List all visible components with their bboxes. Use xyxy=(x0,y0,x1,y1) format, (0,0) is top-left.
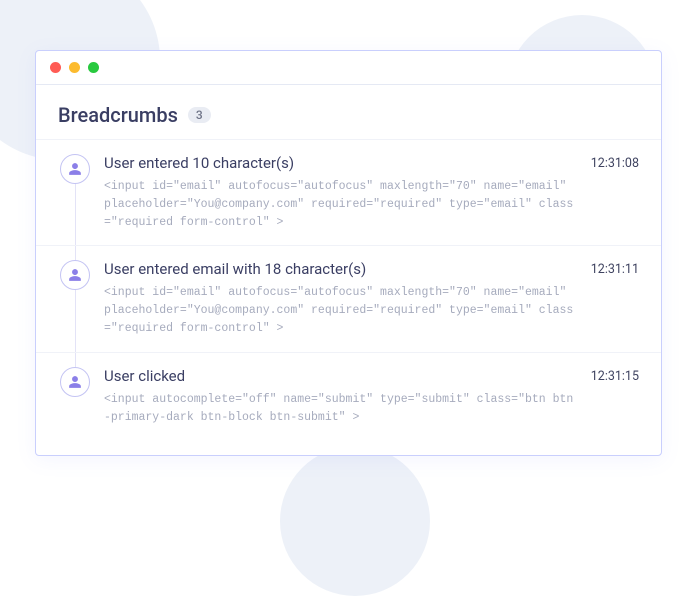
timeline xyxy=(58,260,104,337)
timeline xyxy=(58,154,104,231)
breadcrumb-timestamp: 12:31:08 xyxy=(591,154,639,231)
count-badge: 3 xyxy=(188,107,211,123)
decorative-circle xyxy=(280,446,430,596)
user-icon xyxy=(60,154,90,184)
breadcrumb-timestamp: 12:31:11 xyxy=(591,260,639,337)
maximize-icon[interactable] xyxy=(88,62,99,73)
page-title: Breadcrumbs xyxy=(58,103,178,127)
minimize-icon[interactable] xyxy=(69,62,80,73)
timeline xyxy=(58,367,104,427)
window: Breadcrumbs 3 User entered 10 character(… xyxy=(35,50,662,456)
user-icon xyxy=(60,367,90,397)
breadcrumb-list: User entered 10 character(s) <input id="… xyxy=(36,139,661,455)
breadcrumb-content: User entered 10 character(s) <input id="… xyxy=(104,154,591,231)
breadcrumb-item: User clicked <input autocomplete="off" n… xyxy=(36,352,661,441)
user-icon xyxy=(60,260,90,290)
breadcrumb-content: User clicked <input autocomplete="off" n… xyxy=(104,367,591,427)
breadcrumb-action: User entered 10 character(s) xyxy=(104,154,577,172)
breadcrumb-detail: <input id="email" autofocus="autofocus" … xyxy=(104,178,577,231)
header: Breadcrumbs 3 xyxy=(36,85,661,139)
breadcrumb-action: User clicked xyxy=(104,367,577,385)
breadcrumb-action: User entered email with 18 character(s) xyxy=(104,260,577,278)
breadcrumb-item: User entered 10 character(s) <input id="… xyxy=(36,139,661,245)
breadcrumb-timestamp: 12:31:15 xyxy=(591,367,639,427)
breadcrumb-detail: <input autocomplete="off" name="submit" … xyxy=(104,391,577,427)
breadcrumb-detail: <input id="email" autofocus="autofocus" … xyxy=(104,284,577,337)
breadcrumb-content: User entered email with 18 character(s) … xyxy=(104,260,591,337)
breadcrumb-item: User entered email with 18 character(s) … xyxy=(36,245,661,351)
close-icon[interactable] xyxy=(50,62,61,73)
titlebar xyxy=(36,51,661,85)
